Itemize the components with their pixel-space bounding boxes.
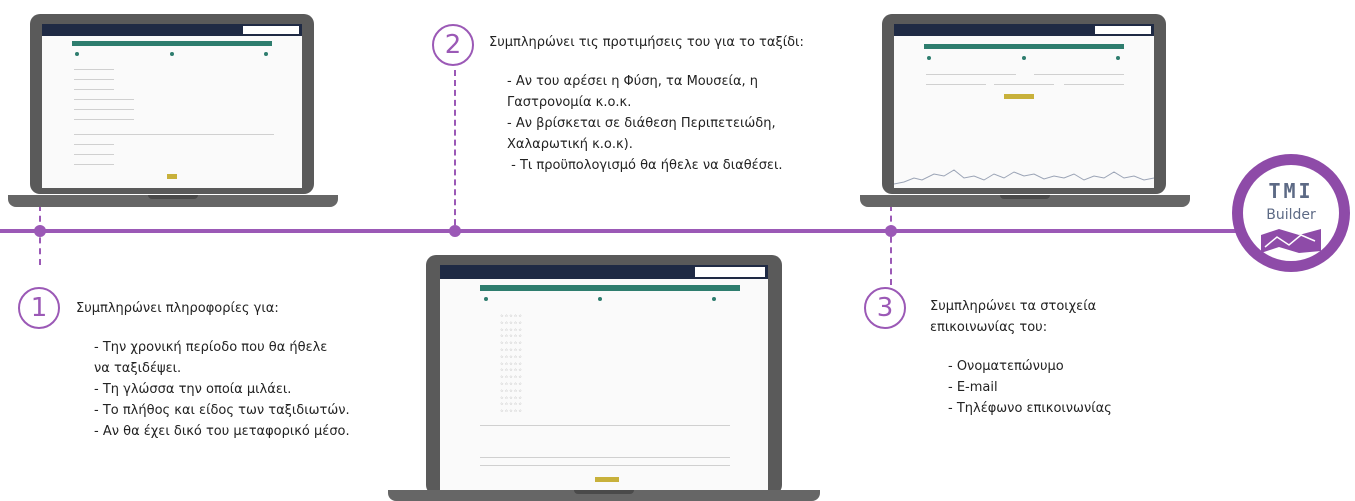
list-item: Χαλαρωτική κ.ο.κ).: [507, 137, 633, 152]
laptop-screen-3: [894, 24, 1154, 188]
timeline-node-3: [885, 225, 897, 237]
list-item: - Ονοματεπώνυμο: [948, 359, 1064, 374]
step-3-heading: Συμπληρώνει τα στοιχεία: [930, 299, 1097, 314]
list-item: - Αν βρίσκεται σε διάθεση Περιπετειώδη,: [507, 116, 776, 131]
list-item: - Αν θα έχει δικό του μεταφορικό μέσο.: [94, 424, 350, 439]
step-1-heading: Συμπληρώνει πληροφορίες για:: [76, 301, 279, 316]
connector-step-3: [890, 205, 892, 285]
timeline-line: [0, 229, 1265, 233]
step-number-2: 2: [432, 24, 474, 66]
step-2-heading: Συμπληρώνει τις προτιμήσεις του για το τ…: [489, 35, 804, 50]
step-3-list: - Ονοματεπώνυμο - E-mail - Τηλέφωνο επικ…: [948, 356, 1230, 419]
logo-title: TMI: [1268, 179, 1314, 203]
connector-step-2: [454, 70, 456, 235]
laptop-screen-2: ☆☆☆☆☆ ☆☆☆☆☆ ☆☆☆☆☆ ☆☆☆☆☆ ☆☆☆☆☆ ☆☆☆☆☆ ☆☆☆☆☆ ☆☆☆☆☆…: [440, 265, 768, 490]
list-item: - Τη γλώσσα την οποία μιλάει.: [94, 382, 292, 397]
list-item: - Την χρονική περίοδο που θα ήθελε: [94, 340, 328, 355]
list-item: να ταξιδέψει.: [94, 361, 182, 376]
laptop-screen-1: [42, 24, 302, 188]
step-3-text: Συμπληρώνει τα στοιχεία επικοινωνίας του…: [930, 296, 1230, 419]
list-item: - Τι προϋπολογισμό θα ήθελε να διαθέσει.: [507, 158, 783, 173]
step-number-3: 3: [864, 287, 906, 329]
tmi-builder-logo: TMI Builder: [1232, 154, 1350, 272]
city-skyline-illustration: [894, 169, 1154, 185]
step-1-list: - Την χρονική περίοδο που θα ήθελε να τα…: [94, 337, 396, 442]
list-item: Γαστρονομία κ.ο.κ.: [507, 95, 632, 110]
step-2-text: Συμπληρώνει τις προτιμήσεις του για το τ…: [489, 32, 869, 176]
step-3-heading-line-2: επικοινωνίας του:: [930, 320, 1048, 335]
step-2-list: - Αν του αρέσει η Φύση, τα Μουσεία, η Γα…: [507, 71, 869, 176]
timeline-node-1: [34, 225, 46, 237]
laptop-step-2: ☆☆☆☆☆ ☆☆☆☆☆ ☆☆☆☆☆ ☆☆☆☆☆ ☆☆☆☆☆ ☆☆☆☆☆ ☆☆☆☆☆ ☆☆☆☆☆…: [388, 255, 820, 501]
laptop-step-1: [8, 14, 338, 209]
laptop-step-3: [860, 14, 1190, 209]
logo-subtitle: Builder: [1266, 207, 1316, 223]
step-1-text: Συμπληρώνει πληροφορίες για: - Την χρονι…: [76, 298, 396, 442]
timeline-node-2: [449, 225, 461, 237]
list-item: - E-mail: [948, 380, 998, 395]
list-item: - Το πλήθος και είδος των ταξιδιωτών.: [94, 403, 350, 418]
list-item: - Αν του αρέσει η Φύση, τα Μουσεία, η: [507, 74, 759, 89]
step-number-1: 1: [18, 287, 60, 329]
list-item: - Τηλέφωνο επικοινωνίας: [948, 401, 1112, 416]
map-icon: [1261, 229, 1321, 253]
